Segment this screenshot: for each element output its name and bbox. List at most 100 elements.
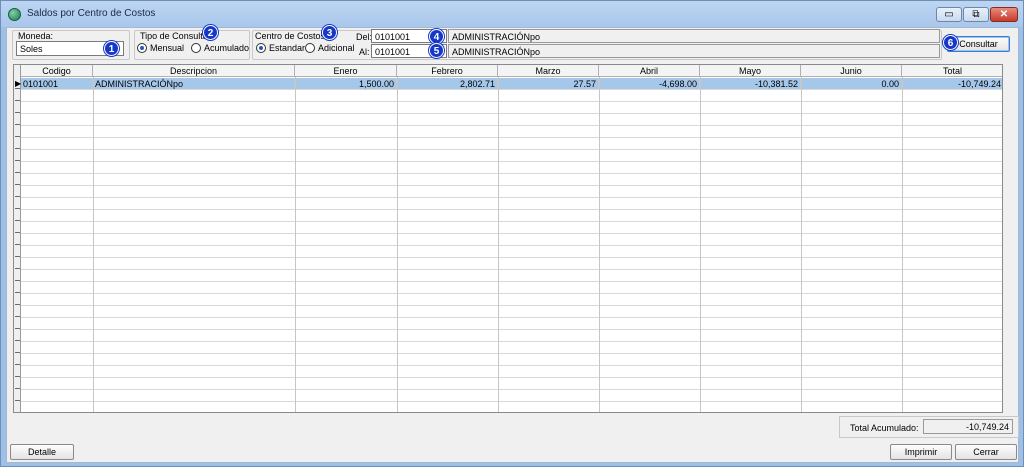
callout-badge-2: 2 <box>203 25 218 40</box>
radio-acumulado-label: Acumulado <box>204 43 250 53</box>
radio-estandar-label: Estandar <box>269 43 306 53</box>
grid-row-line <box>21 197 1002 198</box>
col-header-codigo[interactable]: Codigo <box>21 65 93 77</box>
grid-column-line <box>295 77 296 412</box>
grid-row-line <box>21 293 1002 294</box>
row-indicator-tick <box>15 292 20 293</box>
grid-row-line <box>21 89 1002 90</box>
radio-acumulado[interactable]: Acumulado <box>191 43 249 53</box>
col-header-febrero[interactable]: Febrero <box>397 65 498 77</box>
tipo-consulta-label: Tipo de Consulta: <box>140 31 211 41</box>
row-indicator-tick <box>15 148 20 149</box>
radio-adicional[interactable]: Adicional <box>305 43 355 53</box>
col-header-total[interactable]: Total <box>902 65 1002 77</box>
radio-mensual[interactable]: Mensual <box>137 43 184 53</box>
cerrar-button[interactable]: Cerrar <box>955 444 1017 460</box>
grid-column-line <box>498 77 499 412</box>
grid-row-line <box>21 101 1002 102</box>
centro-costos-label: Centro de Costos: <box>255 31 328 41</box>
grid-row-line <box>21 317 1002 318</box>
restore-button[interactable]: ⧉ <box>963 7 989 22</box>
grid-row-line <box>21 329 1002 330</box>
del-description-field: ADMINISTRACIÓNpo <box>448 29 940 43</box>
row-indicator-tick <box>15 232 20 233</box>
row-indicator-tick <box>15 388 20 389</box>
row-indicator-tick <box>15 400 20 401</box>
col-header-marzo[interactable]: Marzo <box>498 65 599 77</box>
row-indicator-tick <box>15 304 20 305</box>
callout-badge-4: 4 <box>429 29 444 44</box>
grid-row-line <box>21 149 1002 150</box>
row-indicator-tick <box>15 244 20 245</box>
del-label: Del: <box>356 32 373 42</box>
callout-badge-3: 3 <box>322 25 337 40</box>
radio-estandar[interactable]: Estandar <box>256 43 305 53</box>
imprimir-button[interactable]: Imprimir <box>890 444 952 460</box>
moneda-label: Moneda: <box>18 31 54 41</box>
callout-badge-1: 1 <box>104 41 119 56</box>
grid-column-line <box>599 77 600 412</box>
row-indicator-tick <box>15 100 20 101</box>
grid-column-line <box>93 77 94 412</box>
app-logo-icon <box>8 8 21 21</box>
row-indicator-tick <box>15 376 20 377</box>
radio-mensual-dot[interactable] <box>137 43 147 53</box>
col-header-descripcion[interactable]: Descripcion <box>93 65 295 77</box>
total-acumulado-value: -10,749.24 <box>923 419 1013 434</box>
row-indicator-column <box>14 65 21 412</box>
grid-row-line <box>21 173 1002 174</box>
results-grid[interactable]: Codigo Descripcion Enero Febrero Marzo A… <box>13 64 1003 413</box>
grid-row-line <box>21 341 1002 342</box>
row-indicator-tick <box>15 412 20 413</box>
grid-row-line <box>21 125 1002 126</box>
grid-row-line <box>21 401 1002 402</box>
al-description-field: ADMINISTRACIÓNpo <box>448 44 940 58</box>
radio-adicional-dot[interactable] <box>305 43 315 53</box>
col-header-enero[interactable]: Enero <box>295 65 397 77</box>
grid-row-line <box>21 305 1002 306</box>
grid-row-line <box>21 269 1002 270</box>
grid-row-line <box>21 137 1002 138</box>
radio-acumulado-dot[interactable] <box>191 43 201 53</box>
row-indicator-tick <box>15 196 20 197</box>
grid-column-line <box>700 77 701 412</box>
row-indicator-tick <box>15 256 20 257</box>
grid-row-line <box>21 257 1002 258</box>
grid-row-line <box>21 209 1002 210</box>
grid-row-line <box>21 365 1002 366</box>
callout-badge-5: 5 <box>429 43 444 58</box>
col-header-mayo[interactable]: Mayo <box>700 65 801 77</box>
row-indicator-tick <box>15 160 20 161</box>
row-indicator-tick <box>15 208 20 209</box>
client-area: Moneda: Soles 1 Tipo de Consulta: 2 Mens… <box>6 25 1019 463</box>
radio-adicional-label: Adicional <box>318 43 355 53</box>
al-label: Al: <box>359 47 370 57</box>
row-indicator-tick <box>15 184 20 185</box>
close-window-button[interactable]: ✕ <box>990 7 1018 22</box>
title-bar: Saldos por Centro de Costos ▭ ⧉ ✕ <box>1 1 1023 27</box>
grid-row-line <box>21 377 1002 378</box>
col-header-abril[interactable]: Abril <box>599 65 700 77</box>
minimize-button[interactable]: ▭ <box>936 7 962 22</box>
callout-badge-6: 6 <box>943 35 958 50</box>
row-indicator-tick <box>15 268 20 269</box>
row-indicator-tick <box>15 340 20 341</box>
grid-row-line <box>21 245 1002 246</box>
row-indicator-tick <box>15 352 20 353</box>
grid-row-line <box>21 389 1002 390</box>
grid-column-line <box>397 77 398 412</box>
radio-estandar-dot[interactable] <box>256 43 266 53</box>
row-indicator-tick <box>15 328 20 329</box>
row-indicator-tick <box>15 316 20 317</box>
detalle-button[interactable]: Detalle <box>10 444 74 460</box>
grid-row-line <box>21 281 1002 282</box>
grid-row-line <box>21 161 1002 162</box>
row-indicator-tick <box>15 136 20 137</box>
grid-row-line <box>21 185 1002 186</box>
window-title: Saldos por Centro de Costos <box>27 8 156 19</box>
total-acumulado-label: Total Acumulado: <box>850 423 919 433</box>
row-indicator-tick <box>15 220 20 221</box>
grid-row-line <box>21 221 1002 222</box>
grid-row-line <box>21 233 1002 234</box>
col-header-junio[interactable]: Junio <box>801 65 902 77</box>
